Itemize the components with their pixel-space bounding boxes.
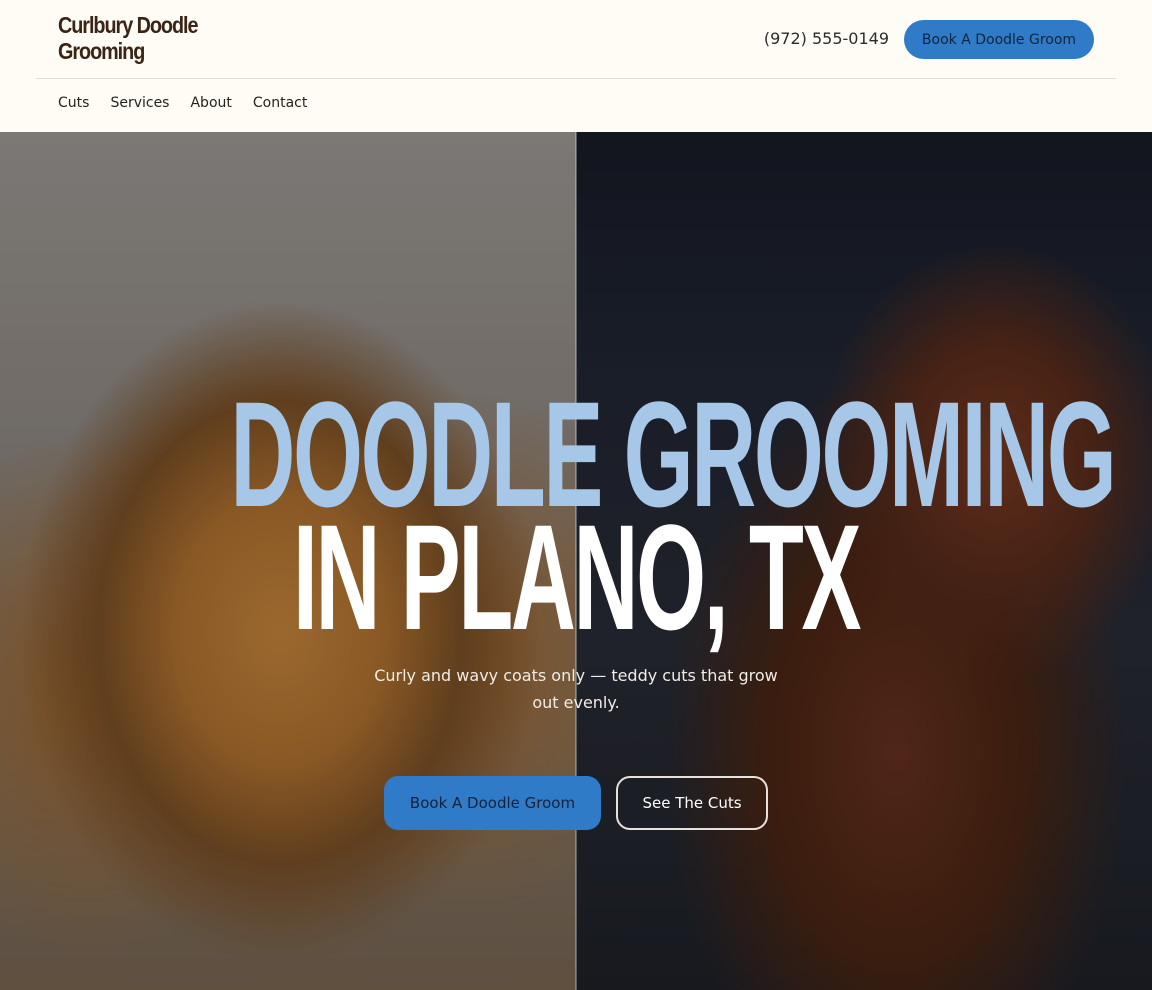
- site-header: Curlbury Doodle Grooming (972) 555-0149 …: [0, 0, 1152, 132]
- hero-subtitle: Curly and wavy coats only — teddy cuts t…: [374, 666, 778, 712]
- brand-logo[interactable]: Curlbury Doodle Grooming: [58, 12, 213, 64]
- hero-section: DOODLE GROOMING IN PLANO, TX Curly and w…: [0, 132, 1152, 990]
- nav-item-contact[interactable]: Contact: [253, 94, 307, 112]
- main-nav: Cuts Services About Contact: [58, 94, 307, 112]
- see-cuts-button[interactable]: See The Cuts: [616, 776, 768, 830]
- header-divider: [36, 78, 1116, 79]
- hero-title-line2: IN PLANO, TX: [292, 493, 862, 661]
- nav-item-services[interactable]: Services: [110, 94, 169, 112]
- nav-item-about[interactable]: About: [190, 94, 231, 112]
- book-groom-header-button[interactable]: Book A Doodle Groom: [904, 20, 1094, 59]
- nav-item-cuts[interactable]: Cuts: [58, 94, 89, 112]
- book-groom-hero-button[interactable]: Book A Doodle Groom: [384, 776, 601, 830]
- phone-number-link[interactable]: (972) 555-0149: [764, 29, 889, 49]
